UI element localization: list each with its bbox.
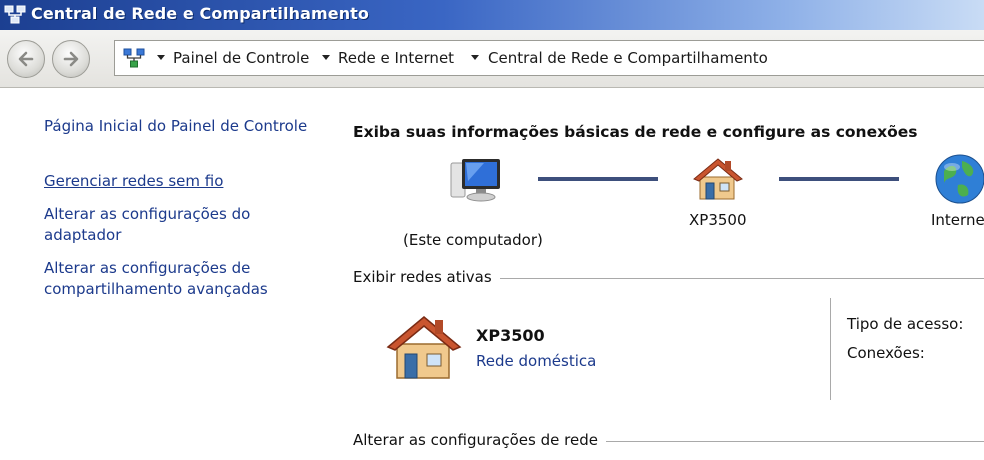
forward-button[interactable] bbox=[52, 40, 90, 78]
breadcrumb-network-center[interactable]: Central de Rede e Compartilhamento bbox=[488, 49, 768, 67]
computer-label: (Este computador) bbox=[403, 231, 543, 249]
title-bar: Central de Rede e Compartilhamento bbox=[0, 0, 984, 30]
breadcrumb-dropdown-icon[interactable] bbox=[157, 55, 165, 60]
connection-line bbox=[538, 177, 658, 181]
house-icon bbox=[386, 316, 462, 379]
network-type-link[interactable]: Rede doméstica bbox=[476, 352, 596, 370]
computer-icon[interactable] bbox=[448, 155, 506, 205]
forward-arrow-icon bbox=[63, 51, 79, 67]
back-arrow-icon bbox=[18, 51, 34, 67]
breadcrumb-dropdown-icon[interactable] bbox=[322, 55, 330, 60]
active-network-name: XP3500 bbox=[476, 326, 545, 345]
connections-label: Conexões: bbox=[847, 344, 925, 362]
link-label-line2: adaptador bbox=[44, 226, 122, 244]
control-panel-home-link[interactable]: Página Inicial do Painel de Controle bbox=[44, 116, 307, 137]
link-label-line2: compartilhamento avançadas bbox=[44, 280, 268, 298]
address-bar[interactable]: Painel de Controle Rede e Internet Centr… bbox=[114, 40, 984, 76]
back-button[interactable] bbox=[7, 40, 45, 78]
window-title: Central de Rede e Compartilhamento bbox=[31, 4, 370, 23]
manage-wireless-networks-link[interactable]: Gerenciar redes sem fio bbox=[44, 171, 223, 192]
change-settings-label: Alterar as configurações de rede bbox=[353, 431, 606, 449]
page-heading: Exiba suas informações básicas de rede e… bbox=[353, 123, 918, 141]
breadcrumb-network-internet[interactable]: Rede e Internet bbox=[338, 49, 454, 67]
navigation-toolbar: Painel de Controle Rede e Internet Centr… bbox=[0, 30, 984, 88]
link-label: Gerenciar redes sem fio bbox=[44, 172, 224, 190]
connection-line bbox=[779, 177, 899, 181]
link-label-line1: Alterar as configurações do bbox=[44, 205, 251, 223]
column-divider bbox=[830, 298, 831, 400]
link-label-line1: Alterar as configurações de bbox=[44, 259, 251, 277]
change-sharing-settings-link[interactable]: Alterar as configurações de compartilham… bbox=[44, 258, 268, 300]
access-type-label: Tipo de acesso: bbox=[847, 315, 964, 333]
change-adapter-settings-link[interactable]: Alterar as configurações do adaptador bbox=[44, 204, 250, 246]
network-center-icon bbox=[123, 48, 145, 68]
breadcrumb-dropdown-icon[interactable] bbox=[471, 55, 479, 60]
breadcrumb-control-panel[interactable]: Painel de Controle bbox=[173, 49, 309, 67]
active-networks-label: Exibir redes ativas bbox=[353, 268, 500, 286]
internet-label: Interne bbox=[931, 211, 984, 229]
house-icon[interactable] bbox=[692, 155, 744, 203]
network-center-icon bbox=[4, 5, 26, 24]
network-label: XP3500 bbox=[689, 211, 747, 229]
globe-icon[interactable] bbox=[934, 153, 984, 205]
